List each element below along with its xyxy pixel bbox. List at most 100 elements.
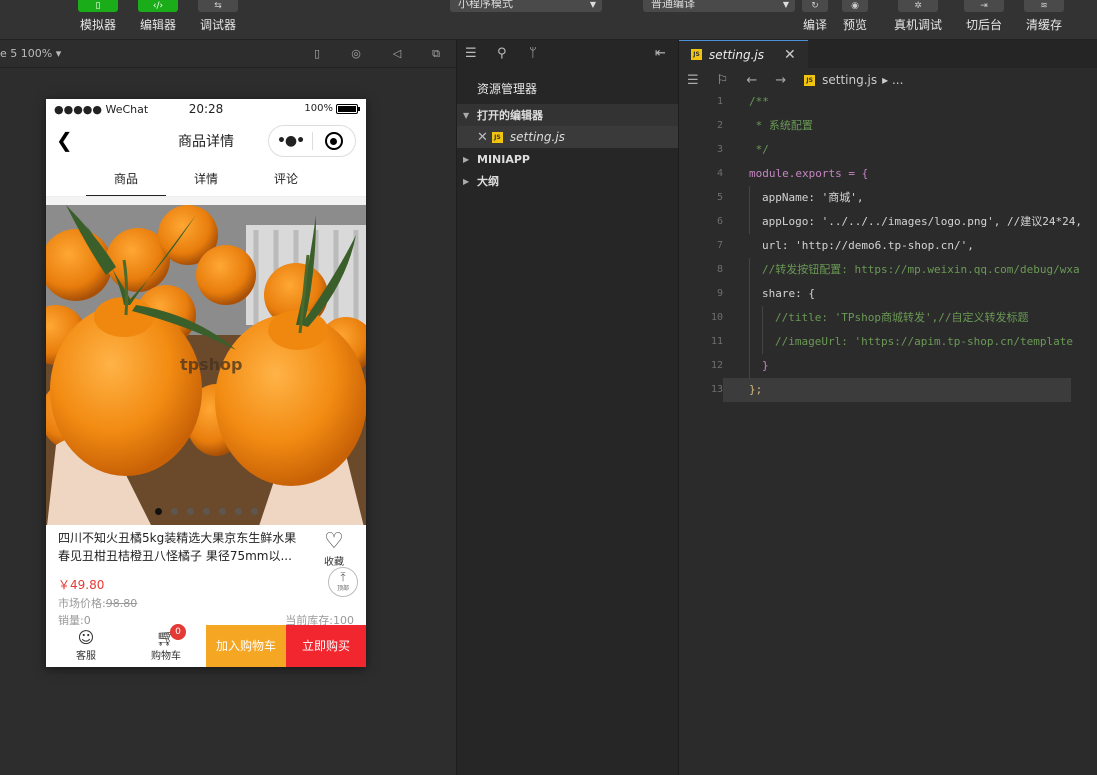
back-to-top-button[interactable]: ⤒ 顶部 [328,567,358,597]
simulator-toolbar: e 5 100% ▾ ▯ ◎ ◁ ⧉ [0,40,456,68]
editor-tab-setting-js[interactable]: JS setting.js ✕ [679,40,808,68]
volume-icon[interactable]: ◁ [390,47,404,61]
devtools-window: ▯ 模拟器 ‹/› 编辑器 ⇆ 调试器 小程序模式 ▼ 普通编译 ▼ ↻ 编译 … [0,0,1097,775]
outline-section[interactable]: ▶ 大纲 [457,170,678,192]
remote-debug-button[interactable]: ✲ 真机调试 [894,0,942,33]
carousel-dot[interactable] [250,508,258,515]
list-icon[interactable]: ☰ [465,46,477,61]
js-file-icon: JS [491,131,503,143]
arrow-right-icon[interactable]: → [775,73,786,88]
top-toolbar: ▯ 模拟器 ‹/› 编辑器 ⇆ 调试器 小程序模式 ▼ 普通编译 ▼ ↻ 编译 … [0,0,1097,40]
breadcrumb-file[interactable]: JS setting.js ▸ ... [804,73,903,87]
editor-button[interactable]: ‹/› 编辑器 [138,0,178,33]
file-explorer-panel: ☰ ⚲ ᛘ ⇤ 资源管理器 ▼ 打开的编辑器 ✕ JS setting.js ▶… [457,40,679,775]
mode-select[interactable]: 小程序模式 ▼ [450,0,602,12]
preview-label: 预览 [842,18,867,32]
compile-select[interactable]: 普通编译 ▼ [643,0,795,12]
code-line: 6 appLogo: '../../../images/logo.png', //… [679,210,1097,234]
code-line: 4 module.exports = { [716,167,869,180]
editor-tab-label: setting.js [709,47,765,62]
back-arrow-icon[interactable]: ❮ [56,130,73,150]
to-top-label: 顶部 [336,585,349,592]
customer-service-label: 客服 [76,651,96,662]
tab-goods[interactable]: 商品 [86,163,166,196]
carousel-dot[interactable] [234,508,242,515]
status-bar: ●●●●● WeChat 20:28 100% [46,99,366,119]
tab-reviews[interactable]: 评论 [246,163,326,196]
code-line-current: 13}; [679,378,1097,402]
outline-label: 大纲 [477,175,499,188]
code-area[interactable]: 1/** 2 * 系统配置 3 */ 4 module.exports = { 5… [679,90,1097,402]
tab-details[interactable]: 详情 [166,163,246,196]
bug-icon: ✲ [898,0,938,12]
carousel-dot[interactable] [154,508,162,515]
remote-debug-label: 真机调试 [894,18,943,32]
code-editor-panel: JS setting.js ✕ ☰ ⚐ ← → JS setting.js ▸ … [679,40,1097,775]
code-line: 1/** [716,95,769,108]
menu-capsule: •●• [268,125,356,157]
battery-percent: 100% [304,103,333,114]
close-icon[interactable]: ✕ [477,130,488,145]
cart-button[interactable]: 🛒︎ 0 购物车 [126,624,206,667]
miniapp-section[interactable]: ▶ MINIAPP [457,148,678,170]
record-icon[interactable]: ◎ [349,47,363,61]
buy-now-button[interactable]: 立即购买 [286,625,366,667]
clear-cache-button[interactable]: ≋ 清缓存 [1024,0,1064,33]
list-icon[interactable]: ☰ [687,73,699,88]
compile-select-value: 普通编译 [651,0,695,10]
editor-tab-bar: JS setting.js ✕ [679,40,1097,68]
close-circle-icon [324,132,343,150]
code-line: 9 share: { [679,282,1097,306]
breadcrumb-file-label: setting.js [822,73,878,87]
open-file-name: setting.js [509,130,565,144]
detach-window-icon[interactable]: ⧉ [429,47,443,61]
debugger-button[interactable]: ⇆ 调试器 [198,0,238,33]
device-zoom-select[interactable]: e 5 100% ▾ [0,47,61,60]
compile-button[interactable]: ↻ 编译 [802,0,828,33]
background-button[interactable]: ⇥ 切后台 [964,0,1004,33]
debugger-label: 调试器 [199,18,236,32]
bookmark-icon[interactable]: ⚐ [717,73,729,88]
watermark-text: tpshop [180,355,243,374]
battery-indicator: 100% [304,103,360,114]
product-image-carousel[interactable]: tpshop [46,205,366,525]
open-editors-label: 打开的编辑器 [477,109,543,122]
market-price-value: 98.80 [105,597,138,610]
arrow-left-icon[interactable]: ← [746,73,757,88]
code-line: 3 */ [716,143,769,156]
code-icon: ‹/› [138,0,178,12]
add-to-cart-button[interactable]: 加入购物车 [206,625,286,667]
open-file-item[interactable]: ✕ JS setting.js [457,126,678,148]
carousel-dot[interactable] [170,508,178,515]
cart-badge: 0 [170,624,186,640]
chevron-down-icon: ▼ [782,0,789,9]
carousel-dot[interactable] [218,508,226,515]
cart-icon: 🛒︎ [155,628,177,647]
customer-service-button[interactable]: ☺ 客服 [46,625,126,667]
mode-select-value: 小程序模式 [458,0,513,10]
git-branch-icon[interactable]: ᛘ [529,46,537,61]
code-line: 12} [679,354,1097,378]
simulator-button[interactable]: ▯ 模拟器 [78,0,118,33]
breadcrumb: ☰ ⚐ ← → JS setting.js ▸ ... [679,68,1097,92]
cart-label: 购物车 [151,651,181,662]
simulator-panel: e 5 100% ▾ ▯ ◎ ◁ ⧉ ●●●●● WeChat 20:28 10… [0,40,457,775]
favorite-button[interactable]: ♡ 收藏 [324,529,344,569]
device-icon[interactable]: ▯ [310,47,324,61]
carousel-dot[interactable] [186,508,194,515]
service-avatar-icon: ☺ [77,628,95,647]
close-capsule-button[interactable] [313,132,355,150]
collapse-panel-icon[interactable]: ⇤ [655,46,666,61]
breadcrumb-more: ▸ ... [882,73,904,87]
favorite-label: 收藏 [324,557,344,568]
open-editors-section[interactable]: ▼ 打开的编辑器 [457,104,678,126]
js-file-icon: JS [691,49,702,60]
simulator-label: 模拟器 [79,18,116,32]
more-dots-icon[interactable]: •●• [269,133,312,149]
carousel-dot[interactable] [202,508,210,515]
heart-icon: ♡ [324,529,344,554]
search-icon[interactable]: ⚲ [497,46,507,61]
close-icon[interactable]: ✕ [784,47,796,63]
chevron-right-icon: ▶ [463,176,470,186]
preview-button[interactable]: ◉ 预览 [842,0,868,33]
